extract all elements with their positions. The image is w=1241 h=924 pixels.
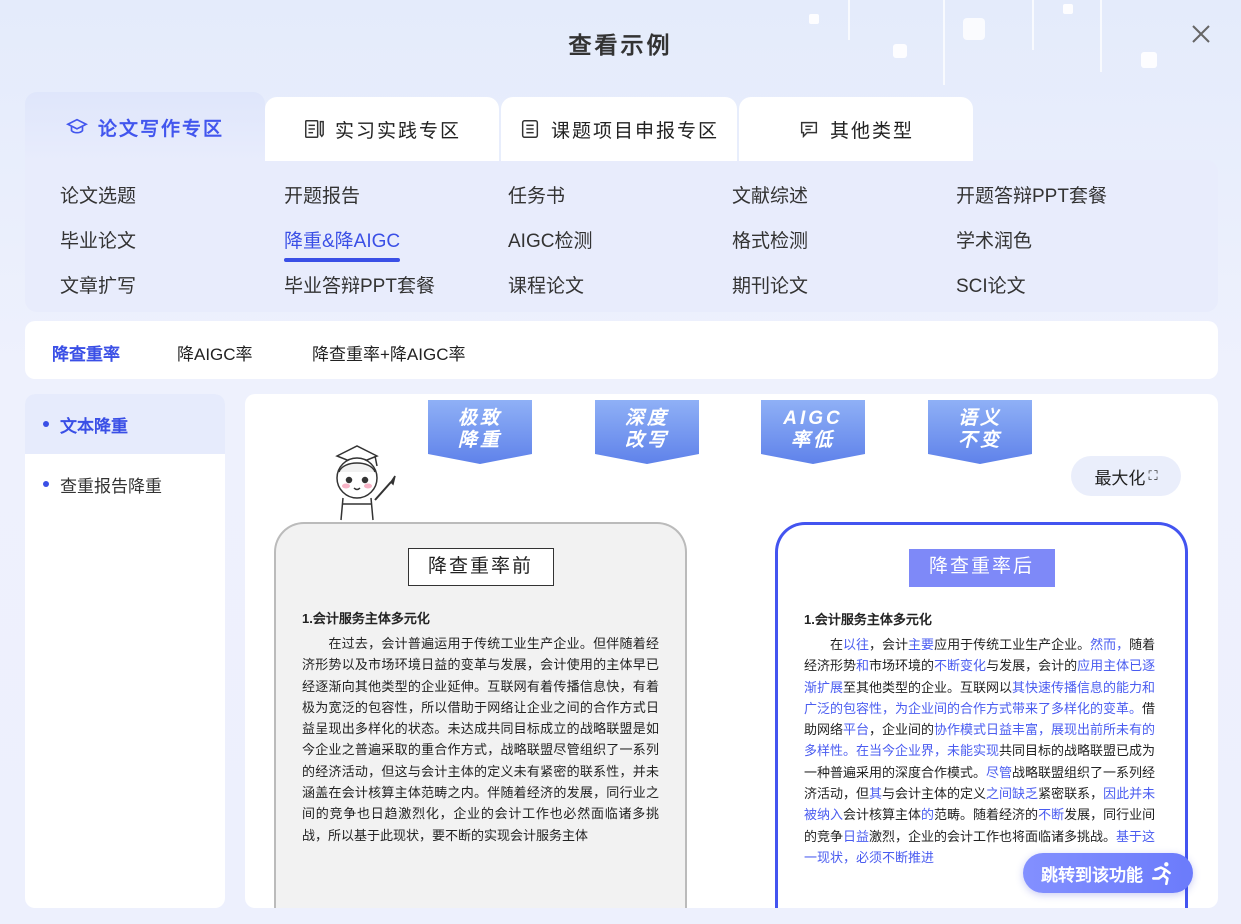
category-sci-paper[interactable]: SCI论文 [956,271,1026,298]
tab-internship[interactable]: 实习实践专区 [265,97,499,161]
before-card: 降查重率前 1.会计服务主体多元化 在过去，会计普遍运用于传统工业生产企业。但伴… [274,522,687,908]
feature-ribbon-2: 深度 改写 [593,400,701,466]
ribbon-line2: 不变 [957,430,1002,451]
rewritten-phrase: 尽管 [986,764,1013,780]
maximize-label: 最大化 [1094,468,1146,488]
tab-label: 论文写作专区 [97,118,224,140]
after-title: 降查重率后 [908,549,1055,587]
ribbon-line1: 深度 [624,408,669,429]
document-pen-icon [305,120,324,138]
rewritten-phrase: 日益 [843,828,870,844]
rewritten-phrase: 不断 [1038,807,1065,823]
kept-phrase: 与发展，会计的 [986,658,1078,674]
ribbon-line2: 率低 [790,430,835,451]
rewritten-phrase: 以往 [843,637,870,652]
kept-phrase: 与会计主体的定义 [882,786,987,802]
kept-phrase: 在 [804,637,844,652]
feature-ribbon-3: AIGC 率低 [759,400,867,466]
kept-phrase: ，会计 [869,637,909,652]
mascot-illustration [335,445,396,521]
graduation-cap-icon [65,118,88,134]
tab-thesis-writing[interactable]: 论文写作专区 [25,92,265,162]
rewritten-phrase: 主要 [908,637,935,652]
after-text: 在以往，会计主要应用于传统工业生产企业。然而，随着经济形势和市场环境的不断变化与… [804,634,1159,868]
jump-button-label: 跳转到该功能 [1041,865,1143,885]
rewritten-phrase: 然而， [1090,637,1130,652]
tab-label: 课题项目申报专区 [550,120,719,142]
modal-title: 查看示例 [568,32,673,58]
ribbon-line1: 极致 [457,408,502,429]
maximize-button[interactable]: 最大化 ⛶ [1071,456,1181,496]
jump-to-feature-button[interactable]: 跳转到该功能 [1023,853,1193,893]
rewritten-phrase: 其 [869,786,883,802]
message-icon [800,121,818,139]
bullet-icon [43,481,49,487]
feature-ribbon-1: 极致 降重 [426,400,534,466]
kept-phrase: 范畴。随着经济的 [934,807,1039,823]
kept-phrase: 会计核算主体 [843,807,922,823]
list-document-icon [521,120,539,138]
ribbon-line2: 降重 [457,430,502,451]
category-course-paper[interactable]: 课程论文 [508,271,584,298]
rewritten-phrase: 平台 [843,722,870,738]
tab-project-application[interactable]: 课题项目申报专区 [501,97,737,161]
rewritten-phrase: 的 [921,807,935,823]
kept-phrase: 紧密联系， [1038,786,1104,802]
category-format-check[interactable]: 格式检测 [732,226,808,253]
before-title: 降查重率前 [407,548,554,586]
feature-ribbon-4: 语义 不变 [926,400,1034,466]
sidebar-item-report-reduce[interactable]: 查重报告降重 [25,454,225,514]
category-academic-polish[interactable]: 学术润色 [956,226,1032,253]
sub-tab-bar: 降查重率 降AIGC率 降查重率+降AIGC率 [25,321,1218,379]
sidebar: 文本降重 查重报告降重 [25,394,225,908]
category-defense-ppt[interactable]: 毕业答辩PPT套餐 [284,271,435,298]
ribbon-line2: 改写 [624,430,669,451]
kept-phrase: 应用于传统工业生产企业。 [934,637,1091,652]
before-text: 在过去，会计普遍运用于传统工业生产企业。但伴随着经济形势以及市场环境日益的变革与… [302,636,659,843]
top-tabs: 论文写作专区 实习实践专区 课题项目申报专区 其他类型 [25,92,975,162]
category-literature-review[interactable]: 文献综述 [732,181,808,208]
kept-phrase: 市场环境的 [869,658,935,674]
kept-phrase: 至其他类型的企业。互联网以 [843,679,1013,695]
kept-phrase: 激烈，企业的会计工作也将面临诸多挑战。 [869,828,1117,844]
category-journal-paper[interactable]: 期刊论文 [732,271,808,298]
expand-icon: ⛶ [1148,468,1158,483]
category-opening-ppt[interactable]: 开题答辩PPT套餐 [956,181,1107,208]
subtab-reduce-both[interactable]: 降查重率+降AIGC率 [312,340,466,365]
category-opening-report[interactable]: 开题报告 [284,181,360,208]
subtab-reduce-duplication[interactable]: 降查重率 [52,340,120,365]
rewritten-phrase: 不断变化 [934,658,987,674]
close-icon[interactable] [1189,22,1213,46]
rewritten-phrase: 之间缺乏 [986,786,1039,802]
tab-other-types[interactable]: 其他类型 [739,97,973,161]
sidebar-item-label: 查重报告降重 [60,476,162,496]
bullet-icon [43,421,49,427]
category-task-book[interactable]: 任务书 [508,181,565,208]
category-aigc-detection[interactable]: AIGC检测 [508,226,592,253]
example-panel: 极致 降重 深度 改写 AIGC 率低 语义 不变 最大化 ⛶ 降查重率前 1.… [245,394,1218,908]
kept-phrase: ，企业间的 [869,722,935,738]
category-graduation-thesis[interactable]: 毕业论文 [60,226,136,253]
category-article-expand[interactable]: 文章扩写 [60,271,136,298]
tab-label: 实习实践专区 [334,120,461,142]
ribbon-line1: AIGC [783,408,843,429]
tab-label: 其他类型 [829,120,914,142]
sidebar-item-text-reduce[interactable]: 文本降重 [25,394,225,454]
after-heading: 1.会计服务主体多元化 [804,612,932,627]
category-reduce-aigc[interactable]: 降重&降AIGC [284,226,401,262]
before-heading: 1.会计服务主体多元化 [302,611,430,626]
subtab-reduce-aigc[interactable]: 降AIGC率 [177,340,253,365]
ribbon-line1: 语义 [957,408,1002,429]
sidebar-item-label: 文本降重 [60,416,128,436]
rewritten-phrase: 和 [856,658,870,674]
category-thesis-topic[interactable]: 论文选题 [60,181,136,208]
category-panel: 论文选题 开题报告 任务书 文献综述 开题答辩PPT套餐 毕业论文 降重&降AI… [25,160,1218,312]
running-person-icon [1152,862,1171,886]
after-card: 降查重率后 1.会计服务主体多元化 在以往，会计主要应用于传统工业生产企业。然而… [775,522,1188,908]
